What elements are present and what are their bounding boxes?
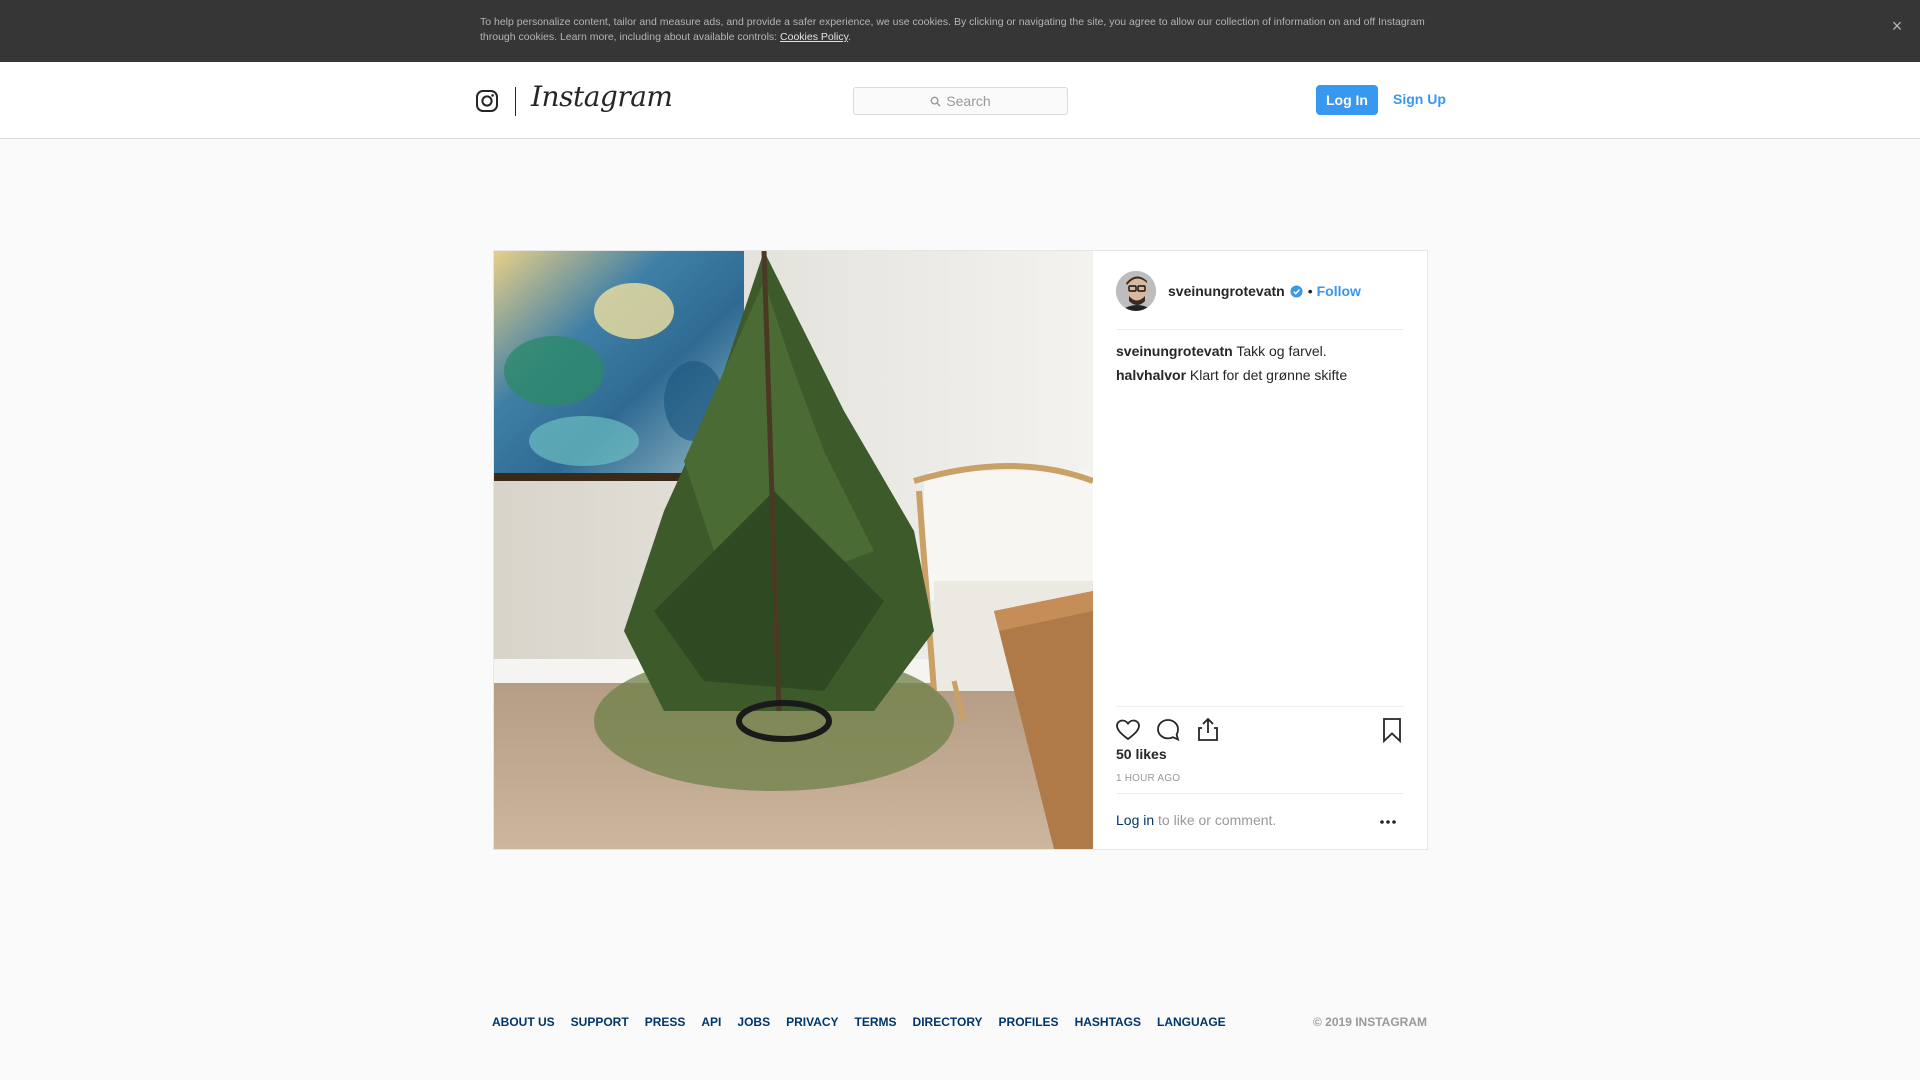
comment-item: sveinungrotevatn Takk og farvel. [1116, 339, 1406, 363]
comment-list: sveinungrotevatn Takk og farvel. halvhal… [1116, 339, 1406, 387]
comment-text: Takk og farvel. [1232, 343, 1327, 359]
footer-link-language[interactable]: Language [1157, 1015, 1226, 1029]
footer-link-press[interactable]: Press [645, 1015, 686, 1029]
bookmark-icon[interactable] [1378, 716, 1406, 744]
login-prompt-text: to like or comment. [1154, 812, 1277, 828]
footer-nav: About us Support Press API Jobs Privacy … [492, 1015, 1226, 1029]
footer-link-privacy[interactable]: Privacy [786, 1015, 838, 1029]
comment-item: halvhalvor Klart for det grønne skifte [1116, 363, 1406, 387]
instagram-camera-icon[interactable] [475, 89, 499, 113]
more-options-icon[interactable] [1378, 817, 1398, 827]
cookie-banner-text: To help personalize content, tailor and … [480, 15, 1440, 45]
close-icon[interactable]: × [1886, 15, 1908, 37]
footer-link-terms[interactable]: Terms [855, 1015, 897, 1029]
footer-link-profiles[interactable]: Profiles [999, 1015, 1059, 1029]
footer-link-about-us[interactable]: About us [492, 1015, 555, 1029]
footer-link-hashtags[interactable]: Hashtags [1075, 1015, 1141, 1029]
divider [1116, 793, 1404, 794]
comment-username[interactable]: halvhalvor [1116, 367, 1186, 383]
log-in-link[interactable]: Log in [1116, 812, 1154, 828]
verified-badge-icon [1290, 284, 1303, 298]
instagram-wordmark[interactable]: Instagram [531, 80, 673, 113]
cookie-banner: To help personalize content, tailor and … [0, 0, 1920, 62]
logo-divider [515, 87, 516, 116]
cookie-period: . [848, 31, 852, 43]
post-timestamp[interactable]: 1 HOUR AGO [1116, 773, 1180, 784]
cookies-policy-link[interactable]: Cookies Policy [780, 31, 848, 43]
search-icon [930, 96, 941, 107]
divider [1116, 706, 1404, 707]
sign-up-link[interactable]: Sign Up [1393, 91, 1446, 107]
footer-link-jobs[interactable]: Jobs [737, 1015, 770, 1029]
comment-text: Klart for det grønne skifte [1186, 367, 1348, 383]
search-placeholder: Search [946, 93, 991, 109]
top-nav: Instagram Search Log In Sign Up [0, 62, 1920, 139]
comment-icon[interactable] [1154, 716, 1182, 744]
cookie-message: To help personalize content, tailor and … [480, 16, 1425, 43]
copyright: © 2019 Instagram [1313, 1015, 1427, 1029]
footer-link-api[interactable]: API [701, 1015, 721, 1029]
separator-dot: • [1307, 283, 1313, 299]
post-card: sveinungrotevatn • Follow sveinungroteva… [493, 250, 1428, 850]
post-author: sveinungrotevatn • Follow [1116, 270, 1361, 312]
post-details: sveinungrotevatn • Follow sveinungroteva… [1093, 251, 1427, 849]
likes-count[interactable]: 50 likes [1116, 746, 1167, 762]
christmas-tree-photo [494, 251, 1093, 849]
post-actions [1116, 716, 1406, 746]
login-prompt: Log in to like or comment. [1116, 812, 1276, 828]
footer-link-directory[interactable]: Directory [913, 1015, 983, 1029]
post-photo[interactable] [494, 251, 1093, 849]
follow-button[interactable]: Follow [1317, 283, 1361, 299]
footer-link-support[interactable]: Support [571, 1015, 629, 1029]
author-username[interactable]: sveinungrotevatn [1168, 283, 1285, 299]
comment-username[interactable]: sveinungrotevatn [1116, 343, 1233, 359]
divider [1116, 329, 1404, 330]
avatar[interactable] [1116, 271, 1156, 311]
share-icon[interactable] [1194, 716, 1222, 744]
search-input[interactable]: Search [853, 87, 1068, 115]
log-in-button[interactable]: Log In [1316, 85, 1378, 115]
heart-icon[interactable] [1114, 716, 1142, 744]
